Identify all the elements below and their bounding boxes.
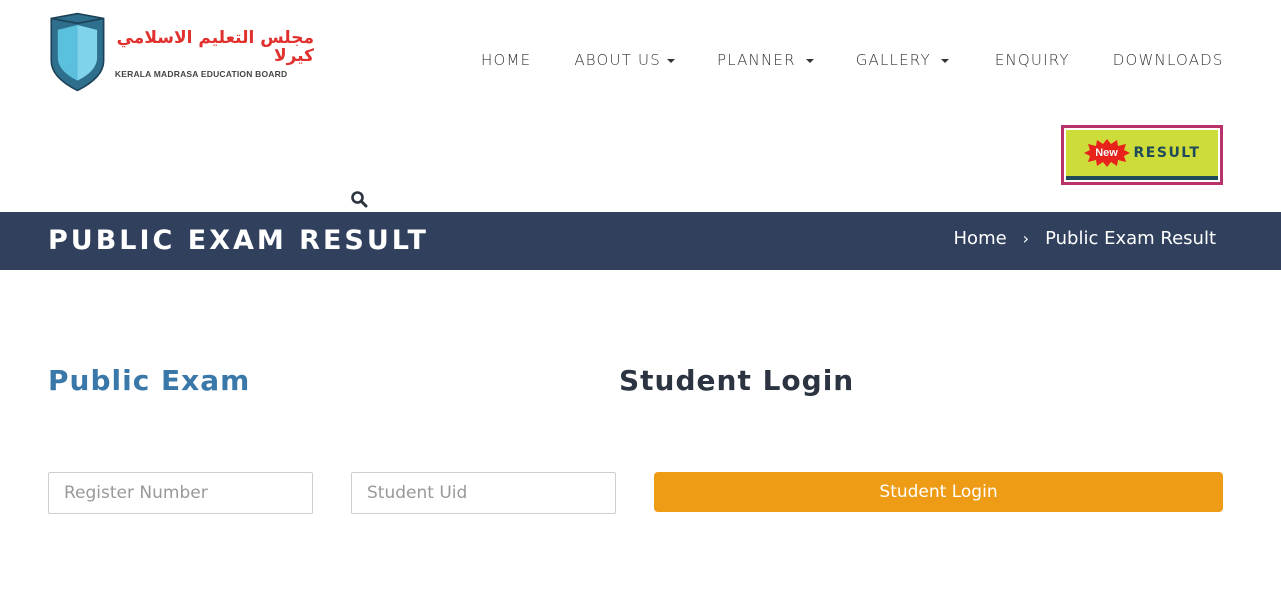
student-login-button[interactable]: Student Login xyxy=(654,472,1223,512)
nav-item-enquiry[interactable]: ENQUIRY xyxy=(995,51,1070,69)
register-number-input[interactable] xyxy=(48,472,313,514)
page-title: PUBLIC EXAM RESULT xyxy=(48,225,429,256)
nav-item-home[interactable]: HOME xyxy=(481,51,531,69)
nav-item-label: GALLERY xyxy=(855,51,931,69)
breadcrumb-current: Public Exam Result xyxy=(1045,228,1216,249)
nav-item-label: DOWNLOADS xyxy=(1112,51,1224,69)
page-banner: PUBLIC EXAM RESULT Home › Public Exam Re… xyxy=(0,212,1281,270)
shield-logo-icon xyxy=(50,12,105,92)
nav-item-label: HOME xyxy=(481,51,532,69)
result-label: RESULT xyxy=(1133,145,1201,161)
nav-item-label: PLANNER xyxy=(716,51,796,69)
breadcrumb-home-link[interactable]: Home xyxy=(954,228,1007,249)
breadcrumb: Home › Public Exam Result xyxy=(954,228,1216,249)
search-icon[interactable] xyxy=(350,190,368,208)
public-exam-heading: Public Exam xyxy=(48,364,251,397)
nav-item-planner[interactable]: PLANNER xyxy=(717,51,814,69)
nav-item-downloads[interactable]: DOWNLOADS xyxy=(1113,51,1224,69)
student-login-heading: Student Login xyxy=(619,364,855,397)
caret-down-icon xyxy=(666,58,675,63)
new-badge: New xyxy=(1083,139,1130,167)
caret-down-icon xyxy=(940,58,949,63)
nav-item-gallery[interactable]: GALLERY xyxy=(856,51,949,69)
caret-down-icon xyxy=(805,58,814,63)
logo-english-text: KERALA MADRASA EDUCATION BOARD xyxy=(114,69,288,79)
chevron-right-icon: › xyxy=(1022,229,1030,248)
nav-item-label: ABOUT US xyxy=(574,51,661,69)
main-nav: HOME ABOUT US PLANNER GALLERY ENQUIRY DO… xyxy=(481,51,1224,69)
result-button[interactable]: New RESULT xyxy=(1061,125,1223,185)
new-badge-text: New xyxy=(1095,147,1118,159)
logo-arabic-text: مجلس التعليم الاسلامي كيرلا xyxy=(116,28,314,66)
nav-item-label: ENQUIRY xyxy=(994,51,1070,69)
nav-item-about-us[interactable]: ABOUT US xyxy=(574,51,675,69)
student-uid-input[interactable] xyxy=(351,472,616,514)
site-logo[interactable]: مجلس التعليم الاسلامي كيرلا KERALA MADRA… xyxy=(48,2,314,102)
